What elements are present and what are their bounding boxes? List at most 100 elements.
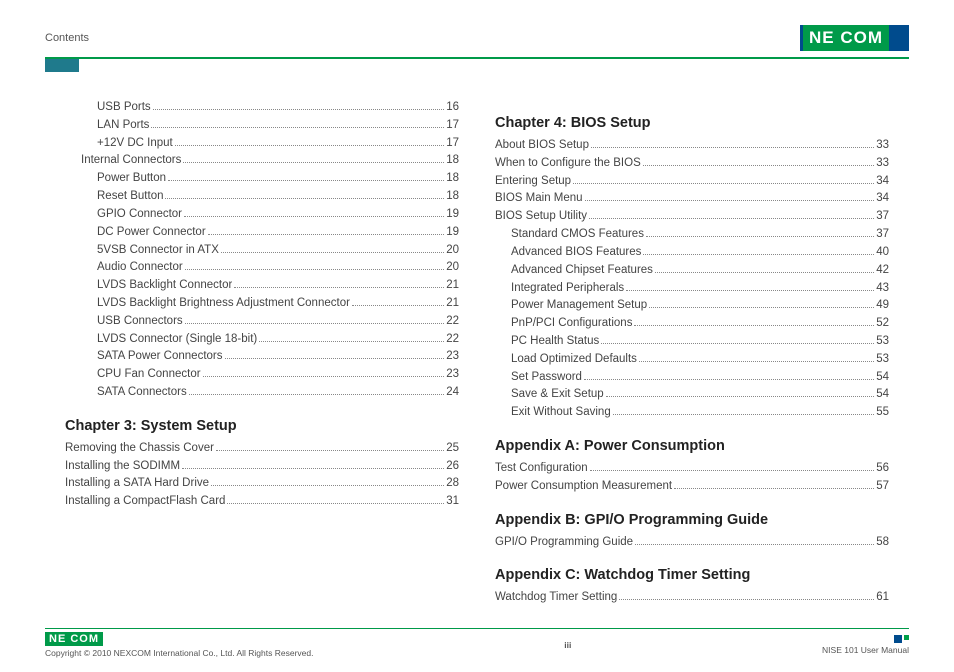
toc-entry-label: Watchdog Timer Setting: [495, 589, 617, 607]
toc-entry-label: LAN Ports: [97, 117, 149, 135]
toc-entry-label: LVDS Connector (Single 18-bit): [97, 331, 257, 349]
toc-leaders: [227, 503, 444, 504]
toc-entry[interactable]: Installing a CompactFlash Card31: [65, 493, 459, 511]
toc-entry[interactable]: Power Management Setup49: [495, 297, 889, 315]
toc-entry[interactable]: Advanced BIOS Features 40: [495, 244, 889, 262]
toc-entry[interactable]: Audio Connector20: [65, 259, 459, 277]
toc-entry-label: Removing the Chassis Cover: [65, 440, 214, 458]
toc-entry[interactable]: Installing a SATA Hard Drive28: [65, 475, 459, 493]
toc-entry[interactable]: CPU Fan Connector23: [65, 366, 459, 384]
toc-entry-label: PnP/PCI Configurations: [511, 315, 632, 333]
footer-left: NE COM Copyright © 2010 NEXCOM Internati…: [45, 632, 313, 658]
toc-entry-page: 34: [876, 190, 889, 208]
toc-entry[interactable]: DC Power Connector19: [65, 224, 459, 242]
toc-entry[interactable]: Load Optimized Defaults53: [495, 351, 889, 369]
toc-entry-page: 40: [876, 244, 889, 262]
toc-entry-label: Test Configuration: [495, 460, 588, 478]
toc-entry-label: Installing the SODIMM: [65, 458, 180, 476]
doc-title: NISE 101 User Manual: [822, 645, 909, 655]
toc-entry-label: USB Connectors: [97, 313, 183, 331]
toc-entry[interactable]: Integrated Peripherals43: [495, 280, 889, 298]
toc-entry-page: 33: [876, 137, 889, 155]
toc-entry[interactable]: Watchdog Timer Setting 61: [495, 589, 889, 607]
toc-entry-page: 16: [446, 99, 459, 117]
toc-entry[interactable]: Installing the SODIMM 26: [65, 458, 459, 476]
toc-columns: USB Ports16LAN Ports17+12V DC Input17Int…: [45, 99, 909, 607]
toc-leaders: [646, 236, 874, 237]
toc-leaders: [189, 394, 445, 395]
toc-entry-page: 37: [876, 226, 889, 244]
toc-entry[interactable]: GPIO Connector19: [65, 206, 459, 224]
toc-entry[interactable]: BIOS Setup Utility37: [495, 208, 889, 226]
toc-entry-page: 17: [446, 135, 459, 153]
toc-leaders: [208, 234, 445, 235]
toc-entry[interactable]: 5VSB Connector in ATX 20: [65, 242, 459, 260]
toc-entry-page: 28: [446, 475, 459, 493]
toc-entry-label: Standard CMOS Features: [511, 226, 644, 244]
toc-entry[interactable]: SATA Connectors24: [65, 384, 459, 402]
toc-entry-page: 17: [446, 117, 459, 135]
toc-leaders: [185, 269, 445, 270]
toc-entry-page: 25: [446, 440, 459, 458]
toc-entry[interactable]: Power Button18: [65, 170, 459, 188]
toc-entry-label: Advanced BIOS Features: [511, 244, 641, 262]
appendix-b-title: Appendix B: GPI/O Programming Guide: [495, 512, 889, 528]
copyright-text: Copyright © 2010 NEXCOM International Co…: [45, 648, 313, 658]
toc-entry[interactable]: About BIOS Setup33: [495, 137, 889, 155]
toc-entry-label: Reset Button: [97, 188, 163, 206]
toc-entry[interactable]: LAN Ports 17: [65, 117, 459, 135]
toc-entry-label: Audio Connector: [97, 259, 183, 277]
toc-leaders: [221, 252, 444, 253]
toc-entry-label: Set Password: [511, 369, 582, 387]
toc-entry-page: 42: [876, 262, 889, 280]
toc-right-column: Chapter 4: BIOS SetupAbout BIOS Setup33W…: [495, 99, 889, 607]
toc-entry-page: 20: [446, 242, 459, 260]
toc-entry[interactable]: +12V DC Input 17: [65, 135, 459, 153]
toc-entry[interactable]: Save & Exit Setup54: [495, 386, 889, 404]
toc-leaders: [584, 379, 874, 380]
toc-entry-page: 26: [446, 458, 459, 476]
toc-entry[interactable]: USB Connectors22: [65, 313, 459, 331]
toc-entry-page: 19: [446, 224, 459, 242]
appendix-a-title: Appendix A: Power Consumption: [495, 438, 889, 454]
toc-entry-label: +12V DC Input: [97, 135, 173, 153]
toc-entry-label: SATA Power Connectors: [97, 348, 223, 366]
toc-entry-page: 34: [876, 173, 889, 191]
toc-entry[interactable]: BIOS Main Menu34: [495, 190, 889, 208]
page-header: Contents NE COM: [45, 25, 909, 51]
toc-entry-page: 21: [446, 295, 459, 313]
footer-deco-icon: [822, 635, 909, 643]
toc-leaders: [211, 485, 444, 486]
toc-entry[interactable]: Entering Setup34: [495, 173, 889, 191]
toc-entry[interactable]: Advanced Chipset Features42: [495, 262, 889, 280]
toc-entry-label: BIOS Setup Utility: [495, 208, 587, 226]
toc-entry[interactable]: LVDS Backlight Brightness Adjustment Con…: [65, 295, 459, 313]
toc-leaders: [634, 325, 874, 326]
toc-entry[interactable]: Standard CMOS Features 37: [495, 226, 889, 244]
toc-entry[interactable]: PC Health Status53: [495, 333, 889, 351]
toc-entry[interactable]: SATA Power Connectors23: [65, 348, 459, 366]
toc-entry[interactable]: Reset Button18: [65, 188, 459, 206]
toc-entry-page: 61: [876, 589, 889, 607]
footer-logo: NE COM: [45, 632, 103, 646]
toc-entry-label: LVDS Backlight Brightness Adjustment Con…: [97, 295, 350, 313]
toc-entry[interactable]: Set Password54: [495, 369, 889, 387]
toc-entry-label: Installing a CompactFlash Card: [65, 493, 225, 511]
toc-entry[interactable]: PnP/PCI Configurations52: [495, 315, 889, 333]
toc-leaders: [216, 450, 444, 451]
toc-entry[interactable]: Exit Without Saving55: [495, 404, 889, 422]
toc-entry[interactable]: Test Configuration56: [495, 460, 889, 478]
toc-entry-label: 5VSB Connector in ATX: [97, 242, 219, 260]
toc-entry[interactable]: GPI/O Programming Guide58: [495, 534, 889, 552]
toc-entry-label: Power Management Setup: [511, 297, 647, 315]
toc-entry[interactable]: When to Configure the BIOS33: [495, 155, 889, 173]
toc-entry[interactable]: USB Ports16: [65, 99, 459, 117]
toc-entry-page: 18: [446, 170, 459, 188]
toc-entry-label: CPU Fan Connector: [97, 366, 201, 384]
toc-entry[interactable]: LVDS Connector (Single 18-bit)22: [65, 331, 459, 349]
toc-entry[interactable]: Removing the Chassis Cover 25: [65, 440, 459, 458]
toc-entry[interactable]: Internal Connectors18: [65, 152, 459, 170]
footer-rule: [45, 628, 909, 630]
toc-entry[interactable]: LVDS Backlight Connector21: [65, 277, 459, 295]
toc-entry[interactable]: Power Consumption Measurement57: [495, 478, 889, 496]
